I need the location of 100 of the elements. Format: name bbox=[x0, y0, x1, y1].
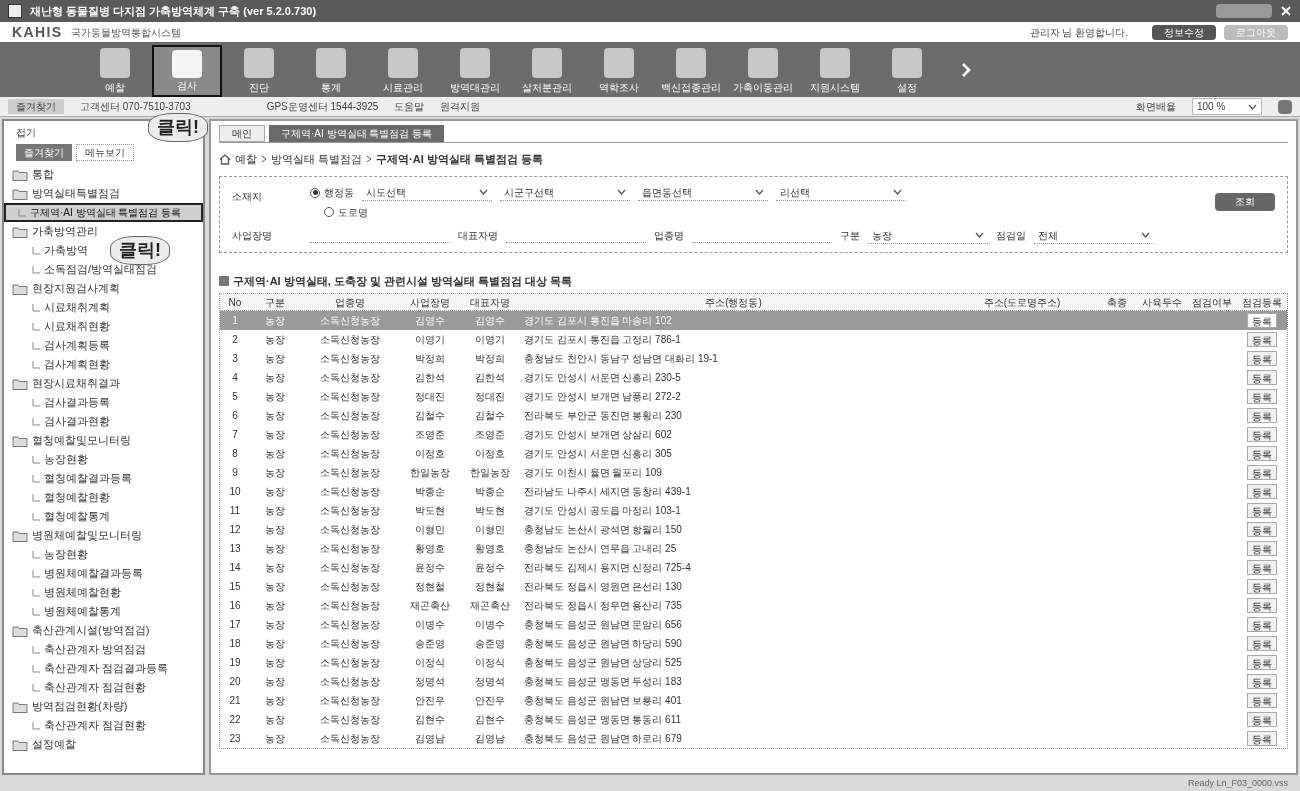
table-row[interactable]: 12 농장 소독신청농장 이형민 이형민 충청남도 논산시 광석면 항월리 150 등록 bbox=[220, 520, 1287, 539]
zoom-select[interactable]: 100 % bbox=[1192, 98, 1262, 115]
table-row[interactable]: 20 농장 소독신청농장 정명석 정명석 충청북도 음성군 맹동면 두성리 183 등록 bbox=[220, 672, 1287, 691]
sidebar-tab[interactable]: 즐겨찾기 bbox=[16, 144, 72, 161]
toolbar-menu-button[interactable]: 방역대관리 bbox=[440, 45, 510, 97]
table-row[interactable]: 8 농장 소독신청농장 이정호 이정호 경기도 안성시 서운면 신흥리 305 등록 bbox=[220, 444, 1287, 463]
select-field[interactable]: 읍면동선택 bbox=[638, 184, 768, 201]
table-row[interactable]: 22 농장 소독신청농장 김현수 김현수 충청북도 음성군 맹동면 통동리 611 등록 bbox=[220, 710, 1287, 729]
menu-item[interactable]: 축산관계자 점검현황 bbox=[4, 716, 151, 735]
favorites-link[interactable]: 즐겨찾기 bbox=[8, 99, 64, 114]
register-button[interactable]: 등록 bbox=[1247, 541, 1277, 556]
table-row[interactable]: 17 농장 소독신청농장 이병수 이병수 충청북도 음성군 원남면 문암리 656 등록 bbox=[220, 615, 1287, 634]
edit-info-button[interactable]: 정보수정 bbox=[1152, 24, 1216, 40]
toolbar-menu-button[interactable]: 역학조사 bbox=[584, 45, 654, 97]
menu-item[interactable]: 혈청예찰결과등록 bbox=[4, 469, 136, 488]
register-button[interactable]: 등록 bbox=[1247, 560, 1277, 575]
breadcrumb-item[interactable]: 방역실태 특별점검 bbox=[271, 151, 363, 168]
select-field[interactable]: 리선택 bbox=[776, 184, 906, 201]
toolbar-menu-button[interactable]: 통계 bbox=[296, 45, 366, 97]
menu-group[interactable]: 현장시료채취결과 bbox=[4, 374, 124, 393]
table-row[interactable]: 14 농장 소독신청농장 윤정수 윤정수 전라북도 김제시 용지면 신정리 725-4 등록 bbox=[220, 558, 1287, 577]
radio-option[interactable]: 행정동 bbox=[310, 185, 354, 200]
menu-item[interactable]: 병원체예찰현황 bbox=[4, 583, 125, 602]
menu-item[interactable]: 병원체예찰통계 bbox=[4, 602, 125, 621]
register-button[interactable]: 등록 bbox=[1247, 598, 1277, 613]
table-row[interactable]: 18 농장 소독신청농장 송준영 송준영 충청북도 음성군 원남면 하당리 590 등록 bbox=[220, 634, 1287, 653]
table-row[interactable]: 2 농장 소독신청농장 이영기 이영기 경기도 김포시 통진읍 고정리 786-1 등록 bbox=[220, 330, 1287, 349]
table-row[interactable]: 13 농장 소독신청농장 황영호 황영호 충청남도 논산시 연무읍 고내리 25 등록 bbox=[220, 539, 1287, 558]
menu-item[interactable]: 농장현황 bbox=[4, 450, 92, 469]
select-field[interactable]: 시도선택 bbox=[362, 184, 492, 201]
help-link[interactable]: 도움말 bbox=[394, 99, 425, 114]
search-button[interactable]: 조회 bbox=[1215, 192, 1275, 211]
collapse-link[interactable]: 접기 bbox=[16, 125, 36, 140]
menu-item[interactable]: 구제역·AI 방역실태 특별점검 등록 bbox=[4, 203, 203, 222]
table-row[interactable]: 15 농장 소독신청농장 정현철 정현철 전라북도 정읍시 영원면 은선리 130 등록 bbox=[220, 577, 1287, 596]
breadcrumb-item[interactable]: 구제역·AI 방역실태 특별점검 등록 bbox=[376, 151, 543, 168]
register-button[interactable]: 등록 bbox=[1247, 503, 1277, 518]
menu-group[interactable]: 가축방역관리 bbox=[4, 222, 102, 241]
toolbar-menu-button[interactable]: 시료관리 bbox=[368, 45, 438, 97]
menu-item[interactable]: 검사결과현황 bbox=[4, 412, 114, 431]
menu-item[interactable]: 시료채취계획 bbox=[4, 298, 114, 317]
remote-support-link[interactable]: 원격지원 bbox=[440, 99, 481, 114]
select-field[interactable]: 전체 bbox=[1034, 227, 1154, 244]
table-row[interactable]: 10 농장 소독신청농장 박종순 박종순 전라남도 나주시 세지면 동창리 439-1 등록 bbox=[220, 482, 1287, 501]
toolbar-menu-button[interactable]: 설정 bbox=[872, 45, 942, 97]
table-row[interactable]: 7 농장 소독신청농장 조영준 조영준 경기도 안성시 보개면 상삼리 602 등록 bbox=[220, 425, 1287, 444]
table-row[interactable]: 1 농장 소독신청농장 김영수 김영수 경기도 김포시 통진읍 마송리 102 등록 bbox=[220, 311, 1287, 330]
select-field[interactable]: 시군구선택 bbox=[500, 184, 630, 201]
register-button[interactable]: 등록 bbox=[1247, 370, 1277, 385]
toolbar-menu-button[interactable]: 지원시스템 bbox=[800, 45, 870, 97]
register-button[interactable]: 등록 bbox=[1247, 522, 1277, 537]
register-button[interactable]: 등록 bbox=[1247, 674, 1277, 689]
table-row[interactable]: 21 농장 소독신청농장 안진우 안진우 충청북도 음성군 원남면 보룡리 401 등록 bbox=[220, 691, 1287, 710]
menu-item[interactable]: 농장현황 bbox=[4, 545, 92, 564]
menu-group[interactable]: 현장지원검사계획 bbox=[4, 279, 124, 298]
menu-item[interactable]: 가축방역 bbox=[4, 241, 92, 260]
table-row[interactable]: 11 농장 소독신청농장 박도현 박도현 경기도 안성시 공도읍 마정리 103-1 등록 bbox=[220, 501, 1287, 520]
menu-item[interactable]: 병원체예찰결과등록 bbox=[4, 564, 147, 583]
table-row[interactable]: 3 농장 소독신청농장 박정희 박정희 충청남도 천안시 동남구 성남면 대화리 19-1 등록 bbox=[220, 349, 1287, 368]
menu-item[interactable]: 혈청예찰통계 bbox=[4, 507, 114, 526]
register-button[interactable]: 등록 bbox=[1247, 427, 1277, 442]
toolbar-menu-button[interactable]: 예찰 bbox=[80, 45, 150, 97]
register-button[interactable]: 등록 bbox=[1247, 655, 1277, 670]
register-button[interactable]: 등록 bbox=[1247, 332, 1277, 347]
menu-item[interactable]: 축산관계자 점검결과등록 bbox=[4, 659, 173, 678]
register-button[interactable]: 등록 bbox=[1247, 446, 1277, 461]
register-button[interactable]: 등록 bbox=[1247, 313, 1277, 328]
menu-item[interactable]: 시료채취현황 bbox=[4, 317, 114, 336]
page-tab[interactable]: 구제역·AI 방역실태 특별점검 등록 bbox=[269, 125, 445, 142]
toolbar-menu-button[interactable]: 진단 bbox=[224, 45, 294, 97]
menu-group[interactable]: 통합 bbox=[4, 165, 58, 184]
sidebar-tab[interactable]: 메뉴보기 bbox=[76, 144, 134, 161]
table-row[interactable]: 9 농장 소독신청농장 한일농장 한일농장 경기도 이천시 율면 월포리 109 등록 bbox=[220, 463, 1287, 482]
table-row[interactable]: 5 농장 소독신청농장 정대진 정대진 경기도 안성시 보개면 남풍리 272-2 등록 bbox=[220, 387, 1287, 406]
table-row[interactable]: 6 농장 소독신청농장 김철수 김철수 전라북도 부안군 동진면 봉황리 230 등록 bbox=[220, 406, 1287, 425]
table-row[interactable]: 23 농장 소독신청농장 김영남 김영남 충청북도 음성군 원남면 하로리 679 등록 bbox=[220, 729, 1287, 748]
menu-group[interactable]: 혈청예찰및모니터링 bbox=[4, 431, 135, 450]
menu-item[interactable]: 혈청예찰현황 bbox=[4, 488, 114, 507]
menu-item[interactable]: 검사계획현황 bbox=[4, 355, 114, 374]
radio-option[interactable]: 도로명 bbox=[324, 204, 368, 220]
menu-item[interactable]: 축산관계자 방역점검 bbox=[4, 640, 151, 659]
menu-group[interactable]: 설정예찰 bbox=[4, 735, 80, 754]
register-button[interactable]: 등록 bbox=[1247, 712, 1277, 727]
register-button[interactable]: 등록 bbox=[1247, 484, 1277, 499]
table-row[interactable]: 16 농장 소독신청농장 재곤축산 재곤축산 전라북도 정읍시 정우면 용산리 735 등록 bbox=[220, 596, 1287, 615]
table-row[interactable]: 4 농장 소독신청농장 김한석 김한석 경기도 안성시 서운면 신흥리 230-5 등록 bbox=[220, 368, 1287, 387]
toolbar-menu-button[interactable]: 백신접종관리 bbox=[656, 45, 726, 97]
register-button[interactable]: 등록 bbox=[1247, 465, 1277, 480]
menu-item[interactable]: 검사결과등록 bbox=[4, 393, 114, 412]
menu-group[interactable]: 축산관계시설(방역점검) bbox=[4, 621, 154, 640]
menu-item[interactable]: 축산관계자 점검현황 bbox=[4, 678, 151, 697]
register-button[interactable]: 등록 bbox=[1247, 693, 1277, 708]
register-button[interactable]: 등록 bbox=[1247, 389, 1277, 404]
menu-item[interactable]: 검사계획등록 bbox=[4, 336, 114, 355]
page-tab[interactable]: 메인 bbox=[219, 125, 265, 142]
menu-group[interactable]: 병원체예찰및모니터링 bbox=[4, 526, 146, 545]
menu-group[interactable]: 방역실태특별점검 bbox=[4, 184, 124, 203]
register-button[interactable]: 등록 bbox=[1247, 579, 1277, 594]
toolbar-menu-button[interactable]: 가축이동관리 bbox=[728, 45, 798, 97]
register-button[interactable]: 등록 bbox=[1247, 731, 1277, 746]
